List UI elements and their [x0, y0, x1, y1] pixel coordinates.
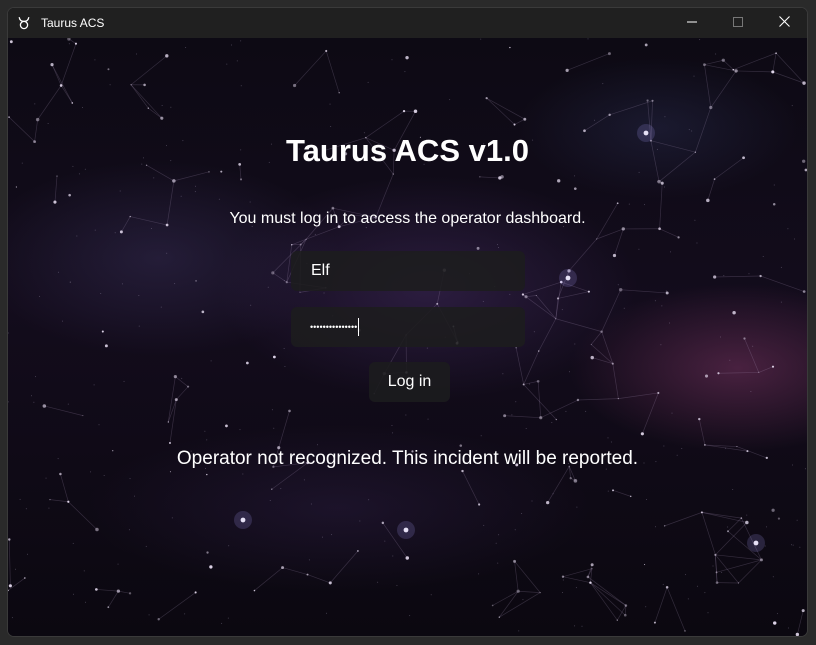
username-field[interactable]: Elf	[291, 251, 525, 291]
title-bar[interactable]: Taurus ACS	[8, 8, 807, 38]
window-title: Taurus ACS	[41, 16, 105, 30]
app-window: Taurus ACS Taurus ACS v1.0 You must log	[7, 7, 808, 637]
close-icon	[778, 14, 790, 32]
maximize-button[interactable]	[715, 8, 761, 38]
login-instructions: You must log in to access the operator d…	[229, 210, 586, 227]
status-message: Operator not recognized. This incident w…	[176, 448, 639, 469]
login-screen: Taurus ACS v1.0 You must log in to acces…	[8, 38, 807, 636]
page-title: Taurus ACS v1.0	[286, 133, 529, 168]
minimize-icon	[687, 14, 697, 32]
close-button[interactable]	[761, 8, 807, 38]
login-button[interactable]: Log in	[369, 362, 450, 402]
minimize-button[interactable]	[669, 8, 715, 38]
password-value: •••••••••••••••	[310, 322, 358, 332]
maximize-icon	[733, 14, 743, 32]
text-cursor	[358, 318, 360, 336]
taurus-symbol-icon	[17, 16, 31, 30]
password-field[interactable]: •••••••••••••••	[291, 307, 525, 347]
username-value: Elf	[311, 262, 330, 279]
window-controls	[669, 8, 807, 38]
